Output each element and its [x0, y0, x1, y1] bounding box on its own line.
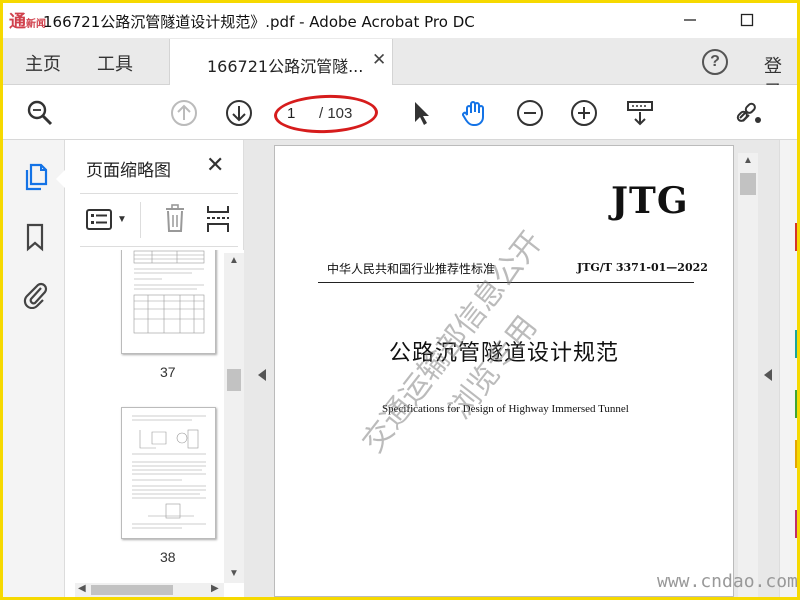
zoom-in-icon[interactable]: [569, 98, 599, 128]
tool-color-marker[interactable]: [795, 223, 797, 251]
window-title: 166721公路沉管隧道设计规范》.pdf - Adobe Acrobat Pr…: [43, 13, 475, 31]
help-icon[interactable]: ?: [702, 49, 728, 75]
thumbnail-vertical-scrollbar[interactable]: ▲ ▼: [224, 253, 244, 583]
zoom-out-icon[interactable]: [515, 98, 545, 128]
thumbnail-page[interactable]: [121, 407, 216, 539]
title-bar: 通新闻 166721公路沉管隧道设计规范》.pdf - Adobe Acroba…: [3, 3, 797, 38]
tab-bar: 主页 工具 166721公路沉管隧... ✕ ? 登录: [3, 38, 797, 103]
hand-tool-icon[interactable]: [459, 98, 489, 128]
tool-color-marker[interactable]: [795, 440, 797, 468]
rail-active-indicator: [56, 170, 65, 188]
thumbnail-panel: 页面缩略图 ✕ ▼ 37 38 ▲ ▼ ◀ ▶: [65, 140, 245, 597]
watermark-text: 交通运输部信息公开 浏览专用: [351, 146, 685, 493]
scroll-left-icon[interactable]: ◀: [78, 583, 86, 594]
site-watermark: www.cndao.com: [657, 571, 797, 592]
scroll-right-icon[interactable]: ▶: [211, 583, 219, 594]
document-tab-label: 166721公路沉管隧...: [207, 57, 364, 76]
share-link-icon[interactable]: [734, 98, 764, 128]
thumbnail-preview: [132, 415, 206, 529]
thumbnail-page-number: 38: [160, 549, 176, 565]
maximize-icon: [740, 13, 754, 27]
search-icon[interactable]: [25, 98, 55, 128]
minimize-icon: [684, 19, 696, 21]
scroll-up-icon[interactable]: ▲: [743, 155, 753, 166]
thumbnail-list: 37 38: [75, 250, 245, 597]
minimize-button[interactable]: [675, 8, 705, 34]
document-tab[interactable]: 166721公路沉管隧... ✕: [169, 39, 393, 85]
scroll-down-icon[interactable]: ▼: [229, 568, 239, 579]
maximize-button[interactable]: [732, 8, 762, 34]
tool-color-marker[interactable]: [795, 330, 797, 358]
document-vertical-scrollbar[interactable]: ▲: [738, 153, 758, 597]
pdf-page: JTG 中华人民共和国行业推荐性标准 JTG/T 3371-01—2022 公路…: [274, 145, 734, 597]
attachment-icon[interactable]: [21, 279, 49, 309]
tool-color-marker[interactable]: [795, 510, 797, 538]
thumbnail-options-icon[interactable]: [86, 208, 112, 232]
tool-color-marker[interactable]: [795, 390, 797, 418]
next-page-icon[interactable]: [224, 98, 254, 128]
tab-home[interactable]: 主页: [25, 50, 61, 76]
left-navigation-rail: [3, 140, 65, 597]
thumbnail-horizontal-scrollbar[interactable]: ◀ ▶: [75, 583, 224, 597]
thumbnail-preview: [133, 250, 205, 334]
thumbnail-page[interactable]: [121, 250, 216, 354]
app-window: 通新闻 166721公路沉管隧道设计规范》.pdf - Adobe Acroba…: [3, 3, 797, 597]
document-viewer[interactable]: JTG 中华人民共和国行业推荐性标准 JTG/T 3371-01—2022 公路…: [244, 140, 779, 597]
page-thumbnails-icon[interactable]: [21, 162, 49, 192]
scrollbar-thumb[interactable]: [740, 173, 756, 195]
prev-page-icon[interactable]: [169, 98, 199, 128]
collapse-left-pane-icon[interactable]: [258, 369, 266, 381]
scroll-up-icon[interactable]: ▲: [229, 255, 239, 266]
chevron-down-icon[interactable]: ▼: [117, 214, 127, 225]
scrollbar-thumb[interactable]: [227, 369, 241, 391]
bookmark-icon[interactable]: [21, 222, 49, 252]
scroll-mode-icon[interactable]: [625, 98, 655, 128]
main-toolbar: / 103: [3, 85, 797, 140]
toolbar-divider: [140, 202, 141, 238]
close-panel-icon[interactable]: ✕: [206, 152, 224, 178]
right-tools-strip: [779, 140, 797, 597]
select-cursor-icon[interactable]: [406, 98, 436, 128]
thumbnail-toolbar: ▼: [80, 193, 238, 247]
panel-title: 页面缩略图: [86, 161, 171, 181]
tab-tools[interactable]: 工具: [97, 50, 133, 76]
logo-text: 通: [9, 12, 26, 32]
extract-pages-icon[interactable]: [206, 204, 230, 234]
delete-icon[interactable]: [164, 204, 186, 234]
close-tab-icon[interactable]: ✕: [372, 50, 386, 70]
expand-right-pane-icon[interactable]: [764, 369, 772, 381]
scrollbar-thumb[interactable]: [91, 585, 173, 595]
thumbnail-page-number: 37: [160, 364, 176, 380]
standard-type-label: 中华人民共和国行业推荐性标准: [327, 262, 496, 276]
